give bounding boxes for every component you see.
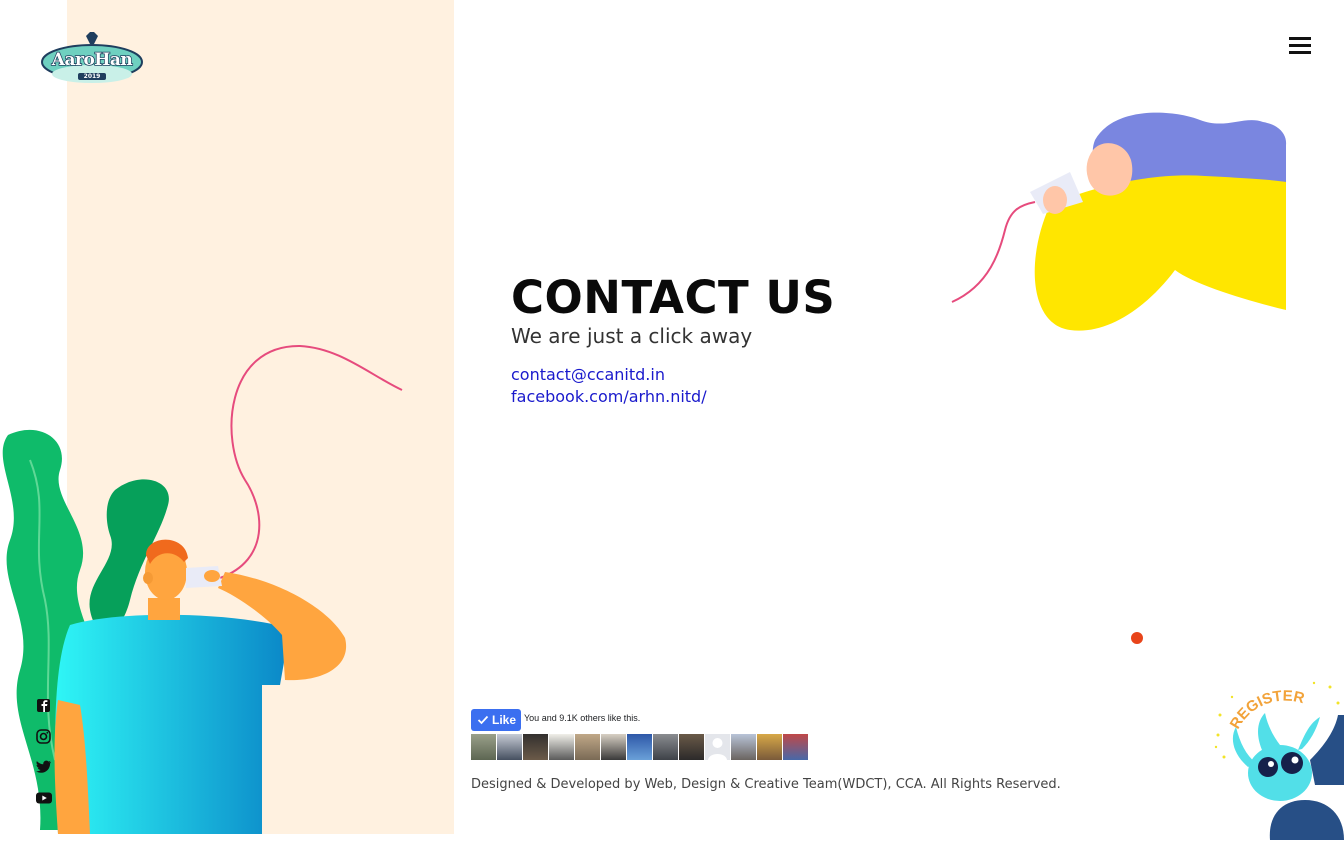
friend-avatar[interactable] <box>523 734 548 760</box>
hamburger-menu-icon[interactable] <box>1289 35 1313 55</box>
friend-avatar[interactable] <box>471 734 496 760</box>
facebook-page-link[interactable]: facebook.com/arhn.nitd/ <box>511 387 707 406</box>
menu-bar-bottom <box>1289 51 1311 54</box>
friend-avatar[interactable] <box>549 734 574 760</box>
friend-avatar[interactable] <box>653 734 678 760</box>
woman-phone-illustration <box>951 112 1287 331</box>
friend-avatar[interactable] <box>575 734 600 760</box>
twitter-icon[interactable] <box>35 758 53 776</box>
logo-year: 2019 <box>78 73 106 80</box>
menu-bar-top <box>1289 37 1311 40</box>
email-link[interactable]: contact@ccanitd.in <box>511 365 665 384</box>
friend-avatar[interactable] <box>601 734 626 760</box>
friend-avatar[interactable] <box>497 734 522 760</box>
friend-avatar[interactable] <box>627 734 652 760</box>
page-subtitle: We are just a click away <box>511 324 753 348</box>
friend-avatar[interactable] <box>757 734 782 760</box>
friend-avatar[interactable] <box>783 734 808 760</box>
menu-bar-middle <box>1289 44 1311 47</box>
friend-avatar[interactable] <box>731 734 756 760</box>
instagram-icon[interactable] <box>35 728 53 746</box>
logo-wordmark: AaroHan <box>51 49 133 71</box>
aarohan-logo[interactable]: AaroHan 2019 <box>40 32 144 88</box>
register-mascot-graphic: REGISTER <box>1214 681 1344 840</box>
checkmark-icon <box>477 715 489 725</box>
like-button[interactable]: Like <box>471 709 521 731</box>
friend-avatar[interactable] <box>679 734 704 760</box>
footer-credits: Designed & Developed by Web, Design & Cr… <box>471 777 1061 792</box>
default-avatar-icon <box>708 738 727 760</box>
man-phone-illustration <box>2 344 403 834</box>
friend-avatar[interactable] <box>705 734 730 760</box>
accent-dot <box>1131 632 1143 644</box>
register-mascot-button[interactable]: REGISTER <box>1210 675 1344 840</box>
like-count-text: You and 9.1K others like this. <box>524 713 641 723</box>
facebook-icon[interactable] <box>35 697 53 715</box>
page-title: CONTACT US <box>511 271 836 324</box>
like-button-label: Like <box>492 713 517 727</box>
youtube-icon[interactable] <box>35 789 53 807</box>
